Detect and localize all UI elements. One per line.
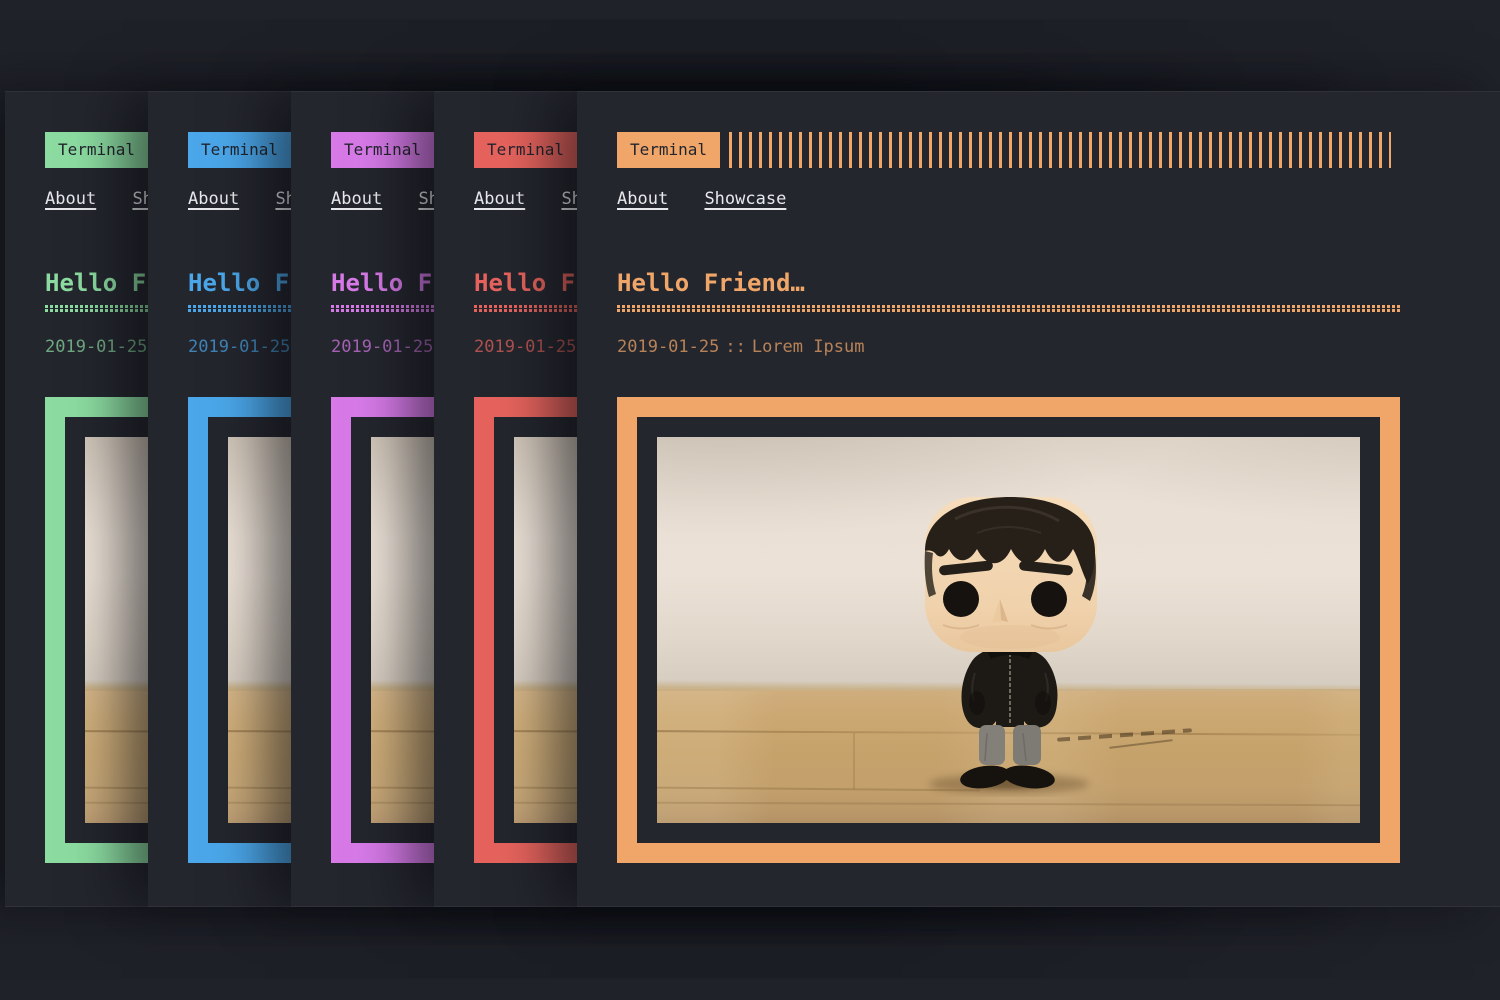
post-title-divider	[617, 305, 1400, 312]
post-cover-frame	[617, 397, 1400, 863]
post-date: 2019-01-25	[45, 337, 147, 357]
post-date: 2019-01-25	[331, 337, 433, 357]
post-title[interactable]: Hello Friend…	[617, 268, 1400, 298]
theme-panel-orange: Terminal About Showcase Hello Friend… 20…	[577, 91, 1500, 907]
theme-preview-stack: Terminal About Showcase Hello Friend… 20…	[0, 0, 1500, 1000]
funko-figure-illustration	[897, 487, 1117, 797]
post-cover-photo	[657, 437, 1360, 823]
nav-link-about[interactable]: About	[617, 189, 668, 209]
post-date: 2019-01-25	[188, 337, 290, 357]
nav-link-about[interactable]: About	[474, 189, 525, 209]
post-date: 2019-01-25	[474, 337, 576, 357]
panel-content: Terminal About Showcase Hello Friend… 20…	[577, 92, 1400, 863]
post-meta-separator: ::	[725, 337, 745, 357]
post-meta: 2019-01-25::Lorem Ipsum	[617, 337, 1400, 357]
nav-link-about[interactable]: About	[188, 189, 239, 209]
floor-plank-joint	[853, 733, 855, 789]
terminal-logo-badge[interactable]: Terminal	[188, 132, 291, 168]
nav-link-showcase[interactable]: Showcase	[704, 189, 786, 209]
nav-link-about[interactable]: About	[45, 189, 96, 209]
terminal-logo-badge[interactable]: Terminal	[331, 132, 434, 168]
page-background: { "page": { "body_background": "#20222a"…	[0, 0, 1500, 1000]
terminal-logo-badge[interactable]: Terminal	[617, 132, 720, 168]
post-date: 2019-01-25	[617, 337, 719, 357]
main-nav: About Showcase	[617, 189, 1400, 209]
terminal-logo-badge[interactable]: Terminal	[45, 132, 148, 168]
nav-link-about[interactable]: About	[331, 189, 382, 209]
post-meta-label: Lorem Ipsum	[752, 337, 865, 357]
site-header: Terminal	[617, 132, 1400, 168]
terminal-logo-badge[interactable]: Terminal	[474, 132, 577, 168]
logo-stripes-decoration	[729, 132, 1391, 168]
